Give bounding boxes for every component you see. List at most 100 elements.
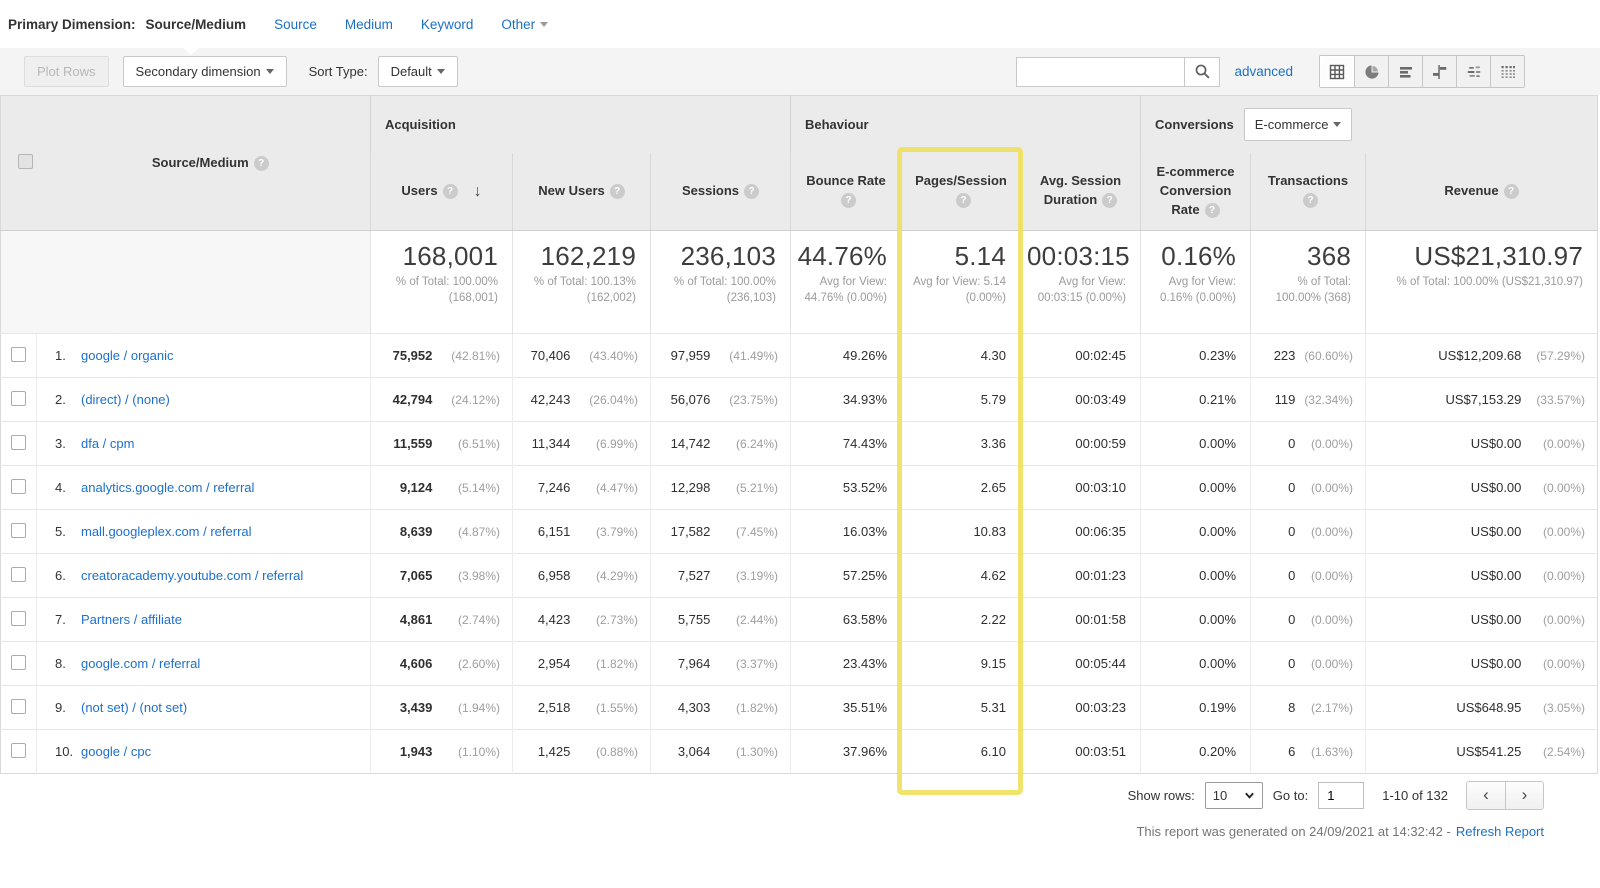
sort-descending-icon[interactable]: ↓ bbox=[474, 183, 482, 200]
help-icon[interactable]: ? bbox=[841, 193, 856, 209]
search-button[interactable] bbox=[1184, 56, 1221, 87]
row-checkbox[interactable] bbox=[11, 566, 26, 582]
avg-session-duration-cell: 00:01:58 bbox=[1019, 597, 1141, 642]
show-rows-select[interactable]: 10 bbox=[1204, 781, 1263, 809]
help-icon[interactable]: ? bbox=[1503, 183, 1519, 199]
revenue-cell: US$7,153.29 (33.57%) bbox=[1365, 377, 1598, 422]
performance-view-button[interactable] bbox=[1388, 56, 1422, 87]
chevron-down-icon bbox=[540, 21, 549, 27]
avg-session-duration-cell: 00:02:45 bbox=[1019, 333, 1141, 378]
ecommerce-conversion-rate-cell: 0.21% bbox=[1140, 377, 1251, 422]
conversions-goal-dropdown[interactable]: E-commerce bbox=[1243, 107, 1353, 141]
source-medium-link[interactable]: google / cpc bbox=[81, 743, 151, 761]
column-header-users[interactable]: Users? ↓ bbox=[370, 152, 513, 231]
row-checkbox-cell bbox=[0, 685, 37, 730]
help-icon[interactable]: ? bbox=[253, 156, 269, 172]
search-input[interactable] bbox=[1016, 56, 1185, 87]
column-header-new-users[interactable]: New Users? bbox=[512, 152, 651, 231]
ecommerce-conversion-rate-cell: 0.00% bbox=[1140, 553, 1251, 598]
column-header-revenue[interactable]: Revenue? bbox=[1365, 152, 1598, 231]
source-medium-link[interactable]: mall.googleplex.com / referral bbox=[81, 523, 252, 541]
source-medium-cell: 1. google / organic bbox=[36, 333, 371, 378]
sort-type-dropdown[interactable]: Default bbox=[377, 56, 458, 87]
transactions-cell: 0 (0.00%) bbox=[1250, 509, 1366, 554]
bounce-rate-cell: 63.58% bbox=[790, 597, 902, 642]
dimension-tab-other[interactable]: Other bbox=[501, 17, 549, 32]
summary-row: 168,001% of Total: 100.00% (168,001) 162… bbox=[0, 230, 1598, 334]
bounce-rate-cell: 53.52% bbox=[790, 465, 902, 510]
pages-session-cell: 5.31 bbox=[901, 685, 1021, 730]
goto-page-input[interactable] bbox=[1318, 781, 1365, 809]
secondary-dimension-dropdown[interactable]: Secondary dimension bbox=[122, 56, 287, 87]
table-row: 8. google.com / referral 4,606 (2.60%) 2… bbox=[0, 641, 1598, 686]
help-icon[interactable]: ? bbox=[744, 183, 760, 199]
source-medium-link[interactable]: (not set) / (not set) bbox=[81, 699, 187, 717]
transactions-cell: 8 (2.17%) bbox=[1250, 685, 1366, 730]
pivot-view-button[interactable] bbox=[1490, 56, 1524, 87]
source-medium-link[interactable]: analytics.google.com / referral bbox=[81, 479, 254, 497]
help-icon[interactable]: ? bbox=[1204, 202, 1220, 218]
source-medium-cell: 2. (direct) / (none) bbox=[36, 377, 371, 422]
column-header-pages-session[interactable]: Pages/Session? bbox=[901, 152, 1021, 231]
term-cloud-view-button[interactable] bbox=[1456, 56, 1490, 87]
row-index: 8. bbox=[55, 655, 66, 671]
row-checkbox[interactable] bbox=[11, 654, 26, 670]
table-row: 3. dfa / cpm 11,559 (6.51%) 11,344 (6.99… bbox=[0, 421, 1598, 466]
column-header-bounce-rate[interactable]: Bounce Rate? bbox=[790, 152, 902, 231]
help-icon[interactable]: ? bbox=[1102, 193, 1118, 209]
help-icon[interactable]: ? bbox=[442, 183, 458, 199]
table-view-button[interactable] bbox=[1320, 56, 1354, 87]
dimension-tab-source[interactable]: Source bbox=[274, 17, 317, 32]
row-checkbox[interactable] bbox=[11, 522, 26, 538]
dimension-tab-source-medium[interactable]: Source/Medium bbox=[146, 17, 247, 32]
avg-session-duration-cell: 00:03:23 bbox=[1019, 685, 1141, 730]
avg-session-duration-cell: 00:03:10 bbox=[1019, 465, 1141, 510]
help-icon[interactable]: ? bbox=[956, 193, 971, 209]
row-checkbox-cell bbox=[0, 729, 37, 774]
transactions-cell: 0 (0.00%) bbox=[1250, 421, 1366, 466]
source-medium-link[interactable]: Partners / affiliate bbox=[81, 611, 182, 629]
advanced-search-link[interactable]: advanced bbox=[1234, 64, 1293, 79]
row-checkbox[interactable] bbox=[11, 390, 26, 406]
row-checkbox[interactable] bbox=[11, 478, 26, 494]
help-icon[interactable]: ? bbox=[1303, 193, 1319, 209]
column-header-ecommerce-conversion-rate[interactable]: E-commerce Conversion Rate? bbox=[1140, 152, 1251, 231]
ecommerce-conversion-rate-cell: 0.00% bbox=[1140, 509, 1251, 554]
source-medium-link[interactable]: dfa / cpm bbox=[81, 435, 134, 453]
source-medium-link[interactable]: creatoracademy.youtube.com / referral bbox=[81, 567, 303, 585]
dimension-tab-keyword[interactable]: Keyword bbox=[421, 17, 474, 32]
row-checkbox[interactable] bbox=[11, 698, 26, 714]
comparison-view-button[interactable] bbox=[1422, 56, 1456, 87]
select-all-checkbox[interactable] bbox=[18, 154, 34, 169]
source-medium-link[interactable]: (direct) / (none) bbox=[81, 391, 170, 409]
dimension-tab-medium[interactable]: Medium bbox=[345, 17, 393, 32]
ecommerce-conversion-rate-cell: 0.00% bbox=[1140, 465, 1251, 510]
row-checkbox[interactable] bbox=[11, 610, 26, 626]
table-row: 7. Partners / affiliate 4,861 (2.74%) 4,… bbox=[0, 597, 1598, 642]
row-checkbox[interactable] bbox=[11, 346, 26, 362]
source-medium-link[interactable]: google.com / referral bbox=[81, 655, 200, 673]
refresh-report-link[interactable]: Refresh Report bbox=[1456, 824, 1544, 839]
column-header-avg-session-duration[interactable]: Avg. Session Duration? bbox=[1019, 152, 1141, 231]
summary-users: 168,001% of Total: 100.00% (168,001) bbox=[370, 230, 513, 334]
revenue-cell: US$0.00 (0.00%) bbox=[1365, 553, 1598, 598]
row-checkbox[interactable] bbox=[11, 434, 26, 450]
next-page-button[interactable]: › bbox=[1505, 781, 1543, 809]
summary-bounce-rate: 44.76% Avg for View: 44.76% (0.00%) bbox=[790, 230, 902, 334]
term-cloud-icon bbox=[1467, 65, 1480, 77]
row-checkbox-cell bbox=[0, 509, 37, 554]
percentage-view-button[interactable] bbox=[1354, 56, 1388, 87]
previous-page-button[interactable]: ‹ bbox=[1467, 781, 1505, 809]
source-medium-cell: 4. analytics.google.com / referral bbox=[36, 465, 371, 510]
source-medium-link[interactable]: google / organic bbox=[81, 347, 174, 365]
table-row: 1. google / organic 75,952 (42.81%) 70,4… bbox=[0, 333, 1598, 378]
column-header-sessions[interactable]: Sessions? bbox=[650, 152, 791, 231]
column-header-transactions[interactable]: Transactions? bbox=[1250, 152, 1366, 231]
pages-session-cell: 4.62 bbox=[901, 553, 1021, 598]
plot-rows-button[interactable]: Plot Rows bbox=[24, 56, 109, 87]
revenue-cell: US$0.00 (0.00%) bbox=[1365, 641, 1598, 686]
users-cell: 11,559 (6.51%) bbox=[370, 421, 513, 466]
row-checkbox[interactable] bbox=[11, 742, 26, 758]
new-users-cell: 70,406 (43.40%) bbox=[512, 333, 651, 378]
help-icon[interactable]: ? bbox=[609, 183, 625, 199]
